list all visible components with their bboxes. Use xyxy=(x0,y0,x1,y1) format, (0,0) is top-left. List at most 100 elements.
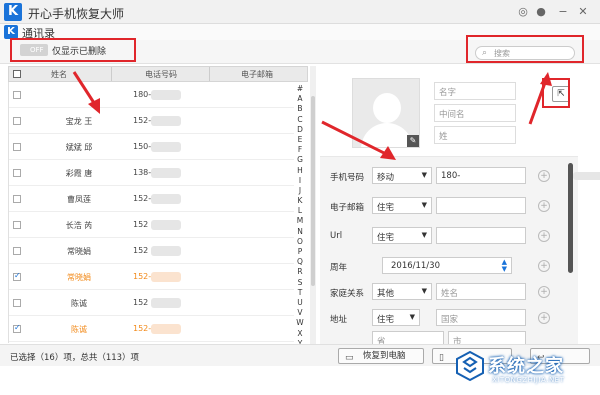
family-type-value: 其他 xyxy=(377,289,395,299)
alphabet-index-letter[interactable]: S xyxy=(295,278,305,288)
alphabet-index-letter[interactable]: P xyxy=(295,247,305,257)
alphabet-index-letter[interactable]: O xyxy=(295,237,305,247)
alphabet-index-letter[interactable]: E xyxy=(295,135,305,145)
row-checkbox[interactable] xyxy=(13,195,21,203)
row-checkbox[interactable] xyxy=(13,247,21,255)
alphabet-index-letter[interactable]: N xyxy=(295,227,305,237)
anniversary-date-field[interactable]: 2016/11/30 ▲ ▼ xyxy=(382,257,512,274)
table-row[interactable]: 宝龙 王 152- xyxy=(9,108,294,134)
address-label: 地址 xyxy=(330,315,348,325)
alphabet-index-letter[interactable]: W xyxy=(295,318,305,328)
list-scroll-thumb[interactable] xyxy=(311,96,315,286)
table-row[interactable]: 斌斌 邱 150- xyxy=(9,134,294,160)
chevron-down-icon: ▼ xyxy=(421,201,427,209)
email-input[interactable] xyxy=(436,197,526,214)
table-row[interactable]: 常晓娟 152- xyxy=(9,264,294,290)
table-row[interactable]: 彩霞 唐 138- xyxy=(9,160,294,186)
add-address-icon[interactable]: + xyxy=(538,312,550,324)
contact-avatar[interactable]: ✎ xyxy=(352,78,420,148)
contact-phone: 152- xyxy=(133,194,152,203)
phone-type-select[interactable]: 移动 ▼ xyxy=(372,167,432,184)
last-name-field[interactable]: 姓 xyxy=(434,126,516,144)
alphabet-index-letter[interactable]: M xyxy=(295,216,305,226)
add-phone-icon[interactable]: + xyxy=(538,170,550,182)
alphabet-index-letter[interactable]: # xyxy=(295,84,305,94)
redacted-phone xyxy=(151,324,181,334)
add-url-icon[interactable]: + xyxy=(538,230,550,242)
list-scrollbar[interactable] xyxy=(310,66,316,344)
first-name-field[interactable]: 名字 xyxy=(434,82,516,100)
alphabet-index-letter[interactable]: K xyxy=(295,196,305,206)
column-header-name[interactable]: 姓名 xyxy=(51,69,67,80)
contact-name: 长浩 芮 xyxy=(65,221,93,230)
row-checkbox[interactable] xyxy=(13,91,21,99)
close-icon[interactable]: ✕ xyxy=(576,5,590,19)
column-divider xyxy=(111,67,112,81)
contact-name: 彩霞 唐 xyxy=(65,169,93,178)
alphabet-index-letter[interactable]: B xyxy=(295,104,305,114)
wechat-icon[interactable]: ◎ xyxy=(516,5,530,19)
family-name-input[interactable]: 姓名 xyxy=(436,283,526,300)
alphabet-index-letter[interactable]: F xyxy=(295,145,305,155)
add-date-icon[interactable]: + xyxy=(538,260,550,272)
alphabet-index-letter[interactable]: A xyxy=(295,94,305,104)
column-header-phone[interactable]: 电话号码 xyxy=(145,69,177,80)
row-checkbox[interactable] xyxy=(13,299,21,307)
row-checkbox[interactable] xyxy=(13,323,21,333)
avatar-body xyxy=(361,123,413,147)
middle-name-field[interactable]: 中间名 xyxy=(434,104,516,122)
country-placeholder: 国家 xyxy=(441,315,459,325)
alphabet-index-letter[interactable]: T xyxy=(295,288,305,298)
row-checkbox[interactable] xyxy=(13,271,21,281)
add-email-icon[interactable]: + xyxy=(538,200,550,212)
alphabet-index-letter[interactable]: I xyxy=(295,176,305,186)
column-header-email[interactable]: 电子邮箱 xyxy=(241,69,273,80)
row-checkbox[interactable] xyxy=(13,169,21,177)
contact-form: 手机号码 移动 ▼ 180- + 电子邮箱 住宅 ▼ + Url 住宅 ▼ + 周年 … xyxy=(320,156,600,348)
add-family-icon[interactable]: + xyxy=(538,286,550,298)
column-divider xyxy=(209,67,210,81)
email-type-select[interactable]: 住宅 ▼ xyxy=(372,197,432,214)
alphabet-index-letter[interactable]: J xyxy=(295,186,305,196)
row-checkbox[interactable] xyxy=(13,221,21,229)
table-row[interactable]: 180- xyxy=(9,82,294,108)
recover-to-pc-label: 恢复到电脑 xyxy=(363,351,406,361)
alphabet-index-letter[interactable]: C xyxy=(295,115,305,125)
alphabet-index-letter[interactable]: U xyxy=(295,298,305,308)
alphabet-index-letter[interactable]: R xyxy=(295,267,305,277)
alphabet-index-letter[interactable]: L xyxy=(295,206,305,216)
family-label: 家庭关系 xyxy=(330,289,365,299)
alphabet-index-letter[interactable]: V xyxy=(295,308,305,318)
table-row[interactable]: 常晓娟 152 xyxy=(9,238,294,264)
family-type-select[interactable]: 其他 ▼ xyxy=(372,283,432,300)
table-row[interactable]: 陈诚 152- xyxy=(9,316,294,342)
url-input[interactable] xyxy=(436,227,526,244)
alphabet-index-letter[interactable]: D xyxy=(295,125,305,135)
minimize-icon[interactable]: − xyxy=(556,5,570,19)
detail-scrollbar[interactable] xyxy=(568,163,573,273)
country-input[interactable]: 国家 xyxy=(436,309,526,326)
table-row[interactable]: 曹凤莲 152- xyxy=(9,186,294,212)
date-spinner-icon[interactable]: ▲ ▼ xyxy=(502,259,507,273)
url-type-value: 住宅 xyxy=(377,233,395,243)
select-all-checkbox[interactable] xyxy=(13,70,21,78)
alphabet-index-letter[interactable]: H xyxy=(295,166,305,176)
contact-name: 陈诚 xyxy=(71,299,87,308)
phone-icon: ▯ xyxy=(439,353,444,363)
alphabet-index-letter[interactable]: X xyxy=(295,329,305,339)
alphabet-index-letter[interactable]: Q xyxy=(295,257,305,267)
contact-phone: 152 xyxy=(133,220,149,229)
contact-name: 曹凤莲 xyxy=(67,195,91,204)
url-type-select[interactable]: 住宅 ▼ xyxy=(372,227,432,244)
phone-input[interactable]: 180- xyxy=(436,167,600,184)
recover-to-pc-button[interactable]: ▭ 恢复到电脑 xyxy=(338,348,424,364)
address-type-select[interactable]: 住宅 ▼ xyxy=(372,309,420,326)
row-checkbox[interactable] xyxy=(13,143,21,151)
table-row[interactable]: 长浩 芮 152 xyxy=(9,212,294,238)
redacted-phone xyxy=(151,246,181,256)
chat-icon[interactable]: ● xyxy=(534,5,548,19)
pencil-icon[interactable]: ✎ xyxy=(407,135,419,147)
table-row[interactable]: 陈诚 152 xyxy=(9,290,294,316)
row-checkbox[interactable] xyxy=(13,117,21,125)
alphabet-index-letter[interactable]: G xyxy=(295,155,305,165)
